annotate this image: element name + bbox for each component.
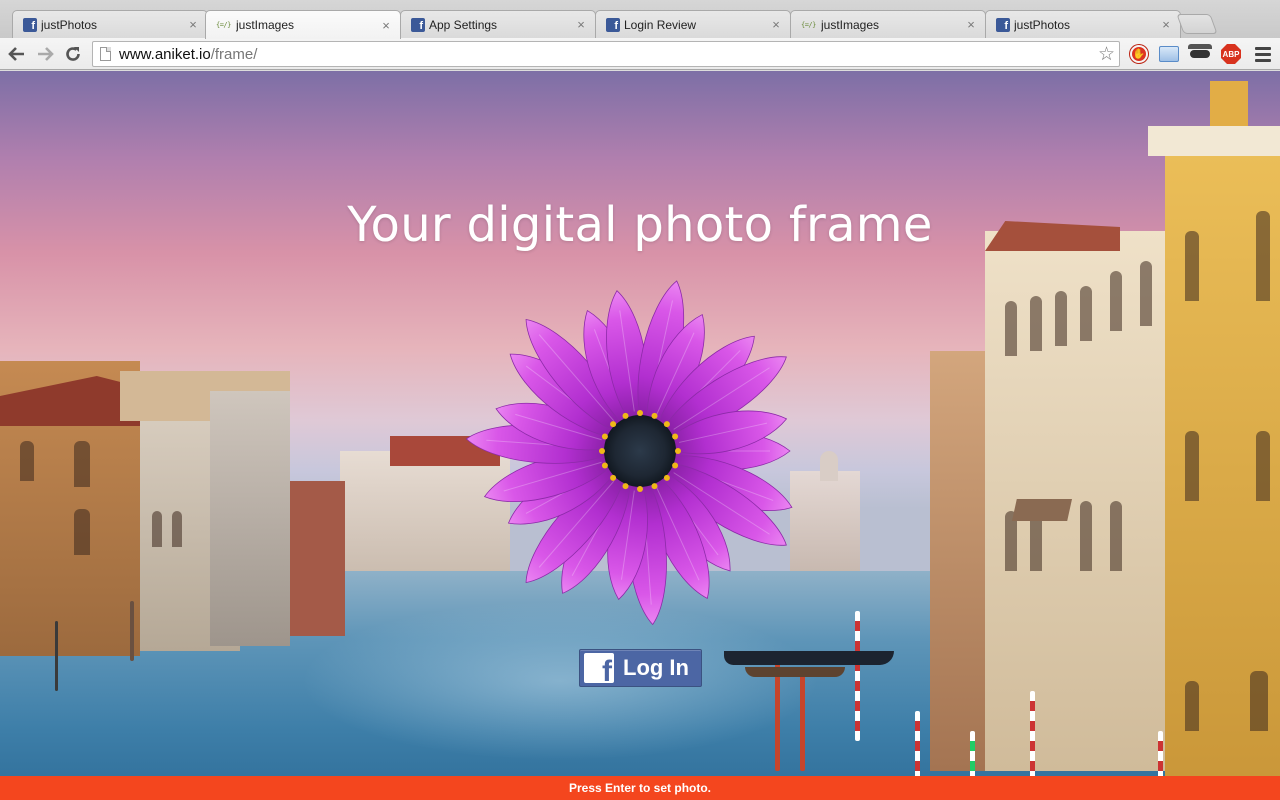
menu-icon[interactable] <box>1252 43 1274 65</box>
tab-justimages-2[interactable]: {=/} justImages × <box>790 10 986 38</box>
code-icon: {=/} <box>216 21 231 29</box>
page-viewport: Your digital photo frame f Log In <box>0 71 1280 800</box>
close-icon[interactable]: × <box>770 17 782 32</box>
tab-title: justPhotos <box>41 17 98 32</box>
close-icon[interactable]: × <box>380 18 392 33</box>
incognito-extension-icon[interactable] <box>1188 43 1212 65</box>
flower-logo <box>465 280 793 626</box>
bookmark-star-icon[interactable]: ☆ <box>1098 43 1115 66</box>
tab-justphotos-2[interactable]: f justPhotos × <box>985 10 1181 38</box>
close-icon[interactable]: × <box>1160 17 1172 32</box>
page-icon <box>100 47 111 61</box>
url-path: /frame/ <box>210 45 258 63</box>
address-bar[interactable]: www.aniket.io/frame/ ☆ <box>92 41 1120 67</box>
facebook-login-button[interactable]: f Log In <box>579 649 702 687</box>
tab-title: justPhotos <box>1014 17 1071 32</box>
facebook-icon: f <box>606 17 620 32</box>
tab-title: justImages <box>821 17 880 32</box>
reload-icon[interactable] <box>61 42 85 66</box>
code-icon: {=/} <box>801 20 816 29</box>
adblock-label: ABP <box>1221 44 1241 64</box>
image-extension-icon[interactable] <box>1158 43 1180 65</box>
browser-toolbar: www.aniket.io/frame/ ☆ ✋ ABP <box>0 38 1280 70</box>
tab-justphotos-1[interactable]: f justPhotos × <box>12 10 208 38</box>
facebook-icon: f <box>411 17 425 32</box>
adblock-plus-icon[interactable]: ABP <box>1220 43 1242 65</box>
facebook-icon: f <box>23 17 37 32</box>
facebook-icon: f <box>996 17 1010 32</box>
login-label: Log In <box>623 655 689 680</box>
tab-app-settings[interactable]: f App Settings × <box>400 10 596 38</box>
tab-justimages-1[interactable]: {=/} justImages × <box>205 10 401 39</box>
back-icon[interactable] <box>5 42 29 66</box>
stop-extension-icon[interactable]: ✋ <box>1128 43 1150 65</box>
new-tab-button[interactable] <box>1176 14 1218 34</box>
facebook-f-glyph: f <box>602 655 612 684</box>
close-icon[interactable]: × <box>187 17 199 32</box>
facebook-icon: f <box>584 653 614 683</box>
close-icon[interactable]: × <box>965 17 977 32</box>
tab-login-review[interactable]: f Login Review × <box>595 10 791 38</box>
status-bar: Press Enter to set photo. <box>0 776 1280 800</box>
close-icon[interactable]: × <box>575 17 587 32</box>
tab-title: App Settings <box>429 17 498 32</box>
forward-icon[interactable] <box>33 42 57 66</box>
url-host: www.aniket.io <box>119 45 211 63</box>
tab-strip: f justPhotos × {=/} justImages × f App S… <box>0 0 1280 39</box>
tab-title: justImages <box>236 18 295 32</box>
page-title: Your digital photo frame <box>347 197 933 253</box>
tab-title: Login Review <box>624 17 697 32</box>
